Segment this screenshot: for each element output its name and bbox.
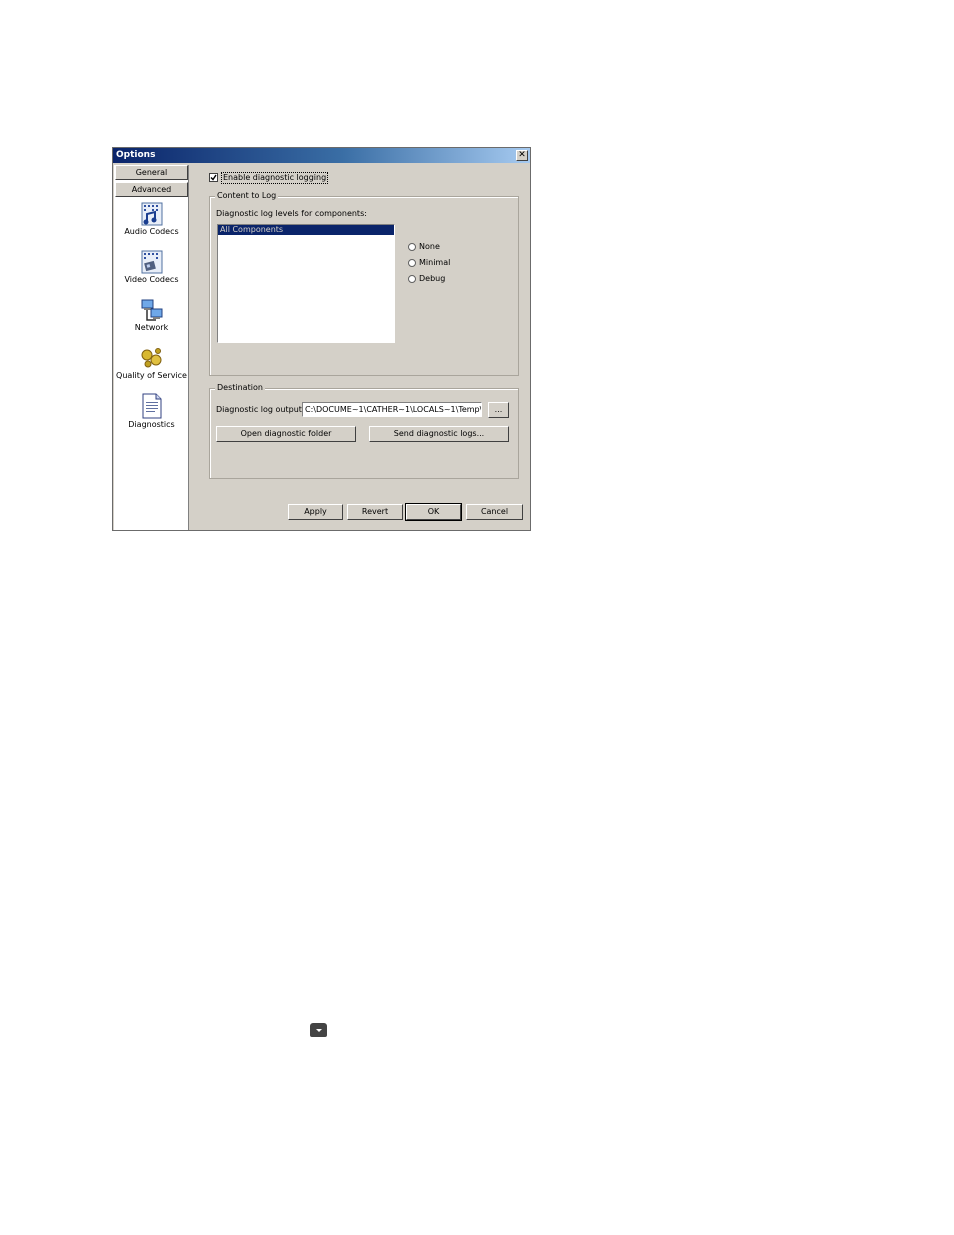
- dropdown-arrow-icon: [310, 1023, 327, 1037]
- sidebar: General Advanced Audio Codecs Video Code…: [114, 165, 189, 530]
- sidebar-item-label: Audio Codecs: [124, 227, 179, 236]
- audio-codecs-icon: [141, 202, 162, 226]
- radio-none[interactable]: None: [408, 242, 440, 251]
- open-diagnostic-folder-button[interactable]: Open diagnostic folder: [216, 426, 356, 442]
- log-output-label: Diagnostic log output: [216, 405, 302, 414]
- check-icon: [210, 174, 217, 181]
- tab-advanced[interactable]: Advanced: [115, 182, 188, 197]
- sidebar-item-quality-of-service[interactable]: Quality of Service: [114, 346, 189, 380]
- sidebar-item-label: Quality of Service: [116, 371, 187, 380]
- close-icon: ✕: [518, 150, 526, 160]
- cancel-button[interactable]: Cancel: [466, 504, 523, 520]
- sidebar-item-audio-codecs[interactable]: Audio Codecs: [114, 202, 189, 236]
- window-title: Options: [116, 150, 156, 160]
- options-dialog: Options ✕ General Advanced Audio Codecs: [112, 147, 531, 531]
- radio-debug-button[interactable]: [408, 274, 416, 283]
- sidebar-item-label: Diagnostics: [128, 420, 175, 429]
- browse-button[interactable]: ...: [488, 402, 509, 418]
- destination-title: Destination: [215, 383, 265, 393]
- log-levels-label: Diagnostic log levels for components:: [216, 209, 367, 218]
- sidebar-item-video-codecs[interactable]: Video Codecs: [114, 250, 189, 284]
- sidebar-item-label: Video Codecs: [124, 275, 179, 284]
- radio-debug[interactable]: Debug: [408, 274, 445, 283]
- send-diagnostic-logs-button[interactable]: Send diagnostic logs...: [369, 426, 509, 442]
- network-icon: [141, 299, 162, 321]
- sidebar-item-label: Network: [134, 323, 169, 332]
- diagnostics-icon: [142, 393, 161, 419]
- title-bar[interactable]: Options ✕: [113, 148, 530, 163]
- content-to-log-title: Content to Log: [215, 191, 279, 201]
- enable-logging-checkbox[interactable]: [209, 173, 218, 182]
- ok-button[interactable]: OK: [405, 503, 462, 521]
- enable-logging-label: Enable diagnostic logging: [221, 172, 329, 184]
- components-list[interactable]: All Components: [217, 224, 395, 343]
- quality-of-service-icon: [141, 348, 161, 368]
- log-output-input[interactable]: C:\DOCUME~1\CATHER~1\LOCALS~1\Temp\Cisco: [302, 402, 482, 417]
- tab-general[interactable]: General: [115, 165, 188, 180]
- radio-minimal-label: Minimal: [419, 258, 451, 267]
- radio-none-button[interactable]: [408, 242, 416, 251]
- radio-minimal-button[interactable]: [408, 258, 416, 267]
- video-codecs-icon: [141, 250, 162, 274]
- sidebar-item-diagnostics[interactable]: Diagnostics: [114, 393, 189, 429]
- revert-button[interactable]: Revert: [347, 504, 403, 520]
- apply-button[interactable]: Apply: [288, 504, 343, 520]
- list-item[interactable]: All Components: [218, 225, 394, 235]
- radio-none-label: None: [419, 242, 440, 251]
- sidebar-item-network[interactable]: Network: [114, 298, 189, 332]
- close-button[interactable]: ✕: [516, 150, 528, 161]
- radio-debug-label: Debug: [419, 274, 446, 283]
- radio-minimal[interactable]: Minimal: [408, 258, 450, 267]
